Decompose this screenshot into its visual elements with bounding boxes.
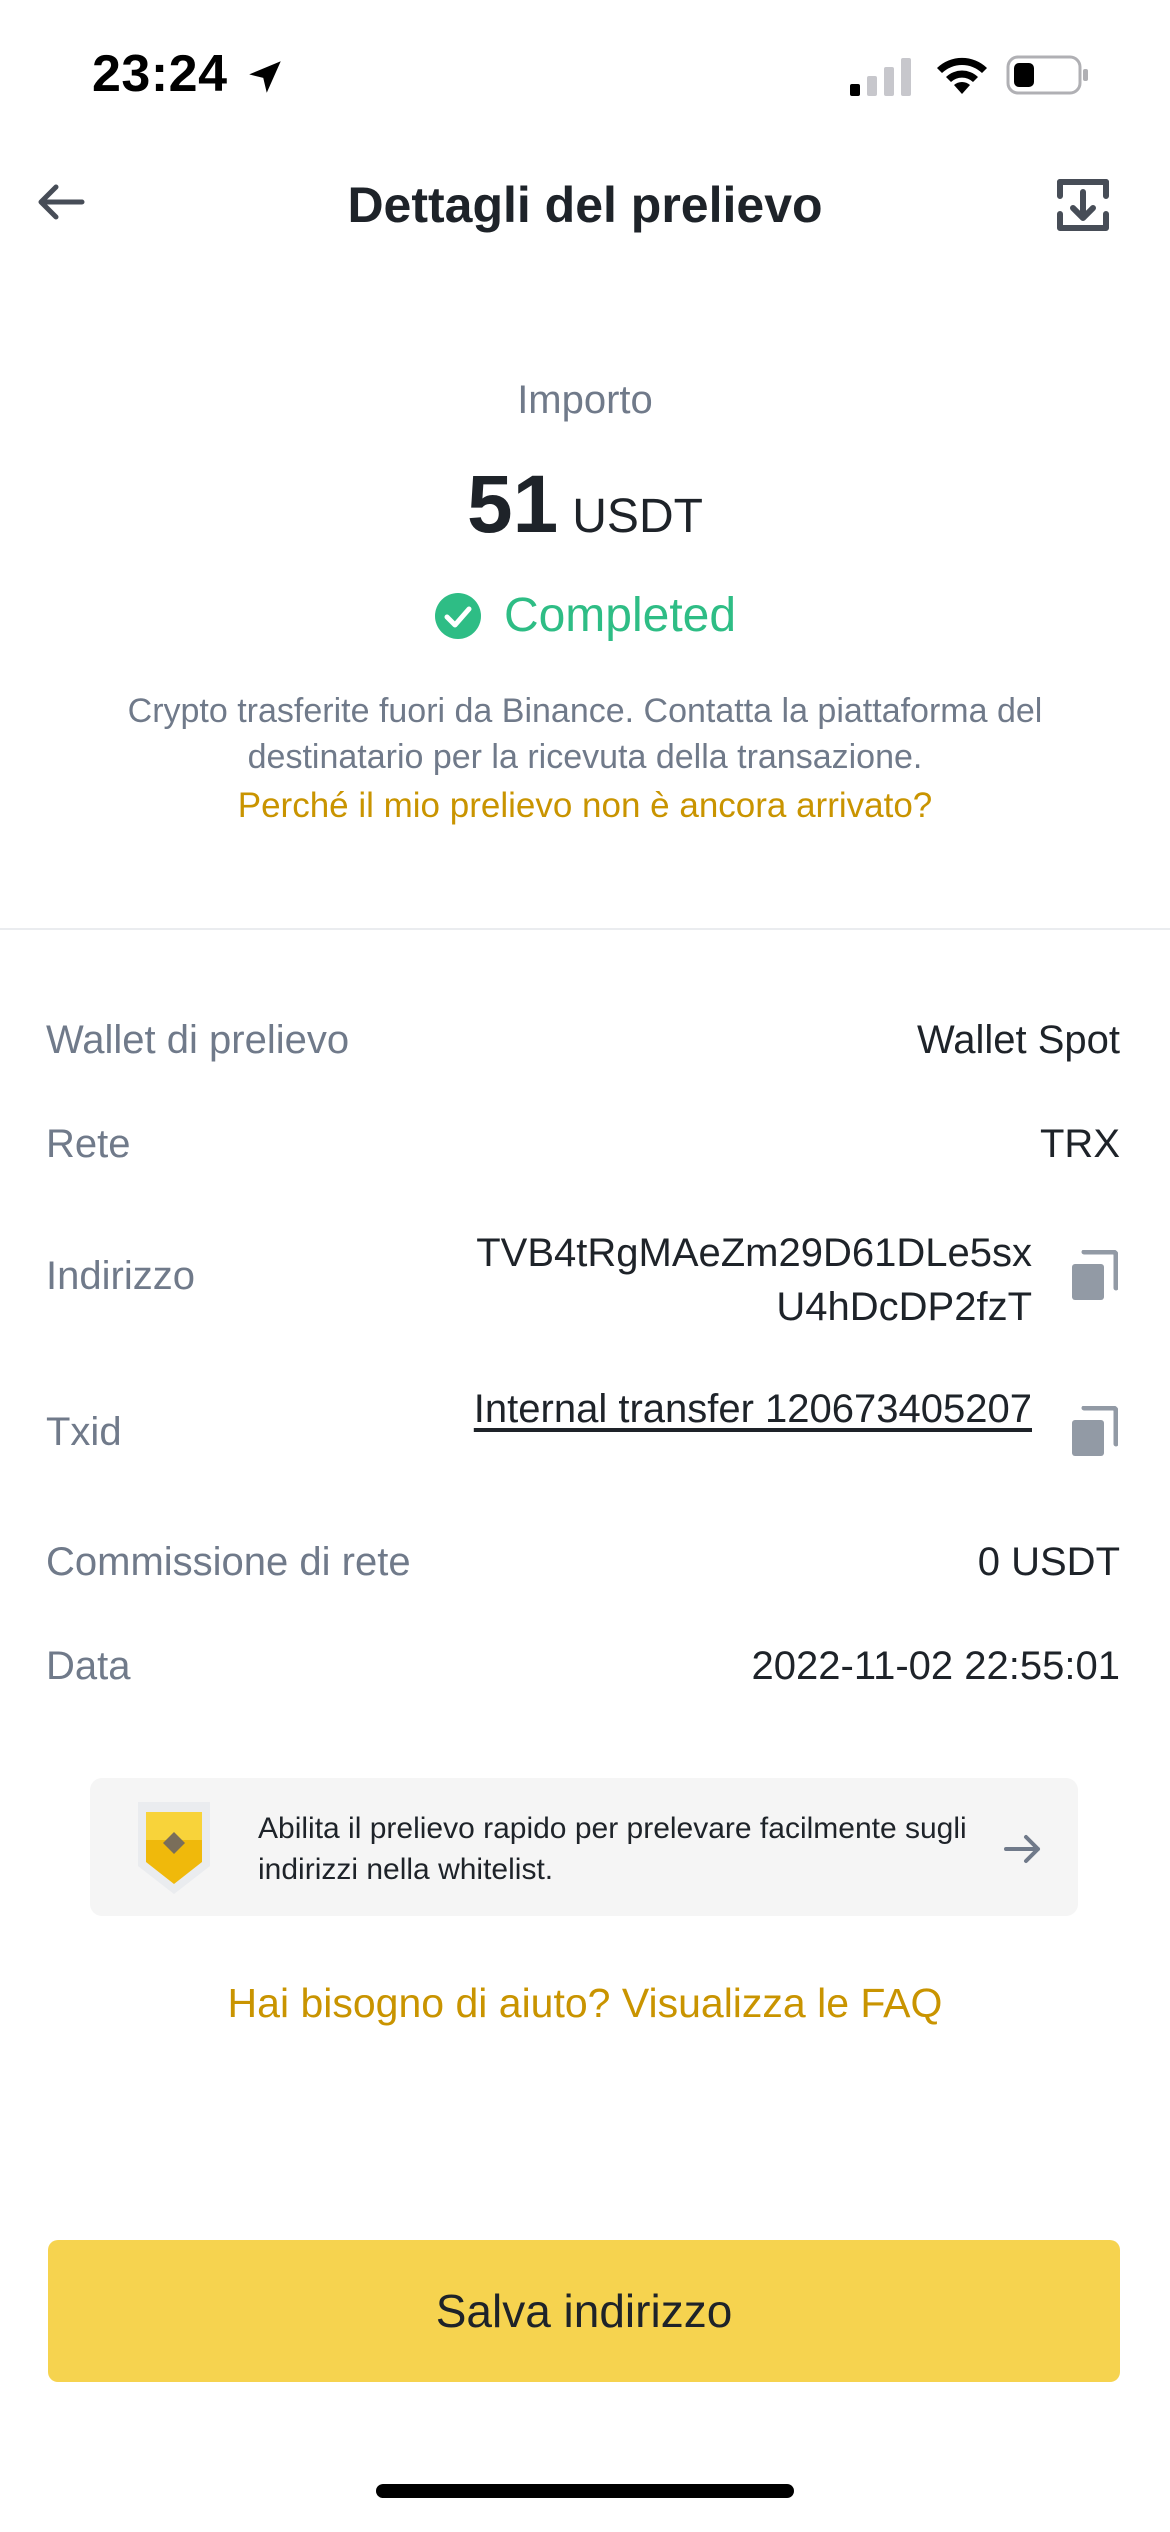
address-value: TVB4tRgMAeZm29D61DLe5sxU4hDcDP2fzT [476,1231,1032,1329]
check-circle-icon [434,592,481,639]
shield-icon [138,1802,210,1894]
wallet-label: Wallet di prelievo [46,1018,350,1062]
txid-link[interactable]: Internal transfer 120673405207 [472,1382,1032,1436]
divider [0,928,1170,930]
location-arrow-icon [249,61,281,93]
fee-value: 0 USDT [977,1540,1120,1584]
battery-icon [1006,55,1088,95]
home-indicator[interactable] [376,2484,794,2498]
txid-label: Txid [46,1410,122,1454]
export-icon[interactable] [1052,174,1114,236]
network-value: TRX [1040,1122,1120,1166]
wifi-icon [937,57,987,94]
page-title: Dettagli del prelievo [347,177,823,233]
amount-label: Importo [517,378,653,422]
status-bar-time: 23:24 [92,45,228,103]
arrow-right-icon[interactable] [1000,1826,1046,1872]
status-text: Completed [503,589,737,642]
faq-link[interactable]: Hai bisogno di aiuto? Visualizza le FAQ [0,1980,1170,2027]
amount-display: 51 USDT [0,458,1170,552]
address-label: Indirizzo [46,1254,195,1298]
network-label: Rete [46,1122,131,1166]
copy-address-icon[interactable] [1070,1250,1118,1302]
save-address-button[interactable]: Salva indirizzo [48,2240,1120,2382]
withdrawal-not-arrived-link[interactable]: Perché il mio prelievo non è ancora arri… [0,786,1170,826]
date-value: 2022-11-02 22:55:01 [751,1644,1120,1688]
status-row: Completed [0,588,1170,643]
fee-label: Commissione di rete [46,1540,411,1584]
date-label: Data [46,1644,131,1688]
wallet-value: Wallet Spot [916,1018,1120,1062]
amount-unit: USDT [572,490,703,543]
amount-value: 51 [467,459,559,550]
copy-txid-icon[interactable] [1070,1406,1118,1458]
info-message: Crypto trasferite fuori da Binance. Cont… [127,692,1043,776]
cellular-signal-icon [850,58,911,96]
banner-text: Abilita il prelievo rapido per prelevare… [258,1812,967,1886]
save-address-button-label: Salva indirizzo [435,2285,733,2337]
